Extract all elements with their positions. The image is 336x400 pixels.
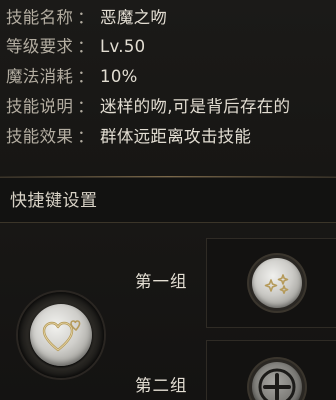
plus-icon [258, 368, 296, 400]
sparkle-stars-icon [264, 274, 289, 294]
mana-cost-colon: ： [77, 67, 95, 86]
skill-effect-row: 技能效果： 群体远距离攻击技能 [6, 124, 336, 150]
skill-name-colon: ： [77, 8, 95, 27]
skill-info-panel: 技能名称：恶魔之吻 等级要求： Lv.50 魔法消耗： 10% 技能说明：迷样的吻,… [0, 0, 336, 178]
level-requirement-label: 等级要求 [6, 37, 74, 56]
skill-effect-label: 技能效果 [6, 127, 74, 146]
heart-kiss-icon [42, 320, 81, 352]
skill-description-value: 迷样的吻,可是背后存在的 [100, 97, 291, 116]
skill-effect-value: 群体远距离攻击技能 [100, 127, 252, 146]
skill-detail-screen: 技能名称：恶魔之吻 等级要求： Lv.50 魔法消耗： 10% 技能说明：迷样的吻,… [0, 0, 336, 400]
mana-cost-value: 10% [100, 67, 138, 86]
skill-icon-button[interactable] [30, 304, 92, 366]
group-one-label: 第一组 [135, 272, 188, 291]
group-two-label: 第二组 [135, 376, 188, 395]
skill-name-value: 恶魔之吻 [100, 8, 168, 27]
mana-cost-label: 魔法消耗 [6, 67, 74, 86]
group-one-slot-button[interactable] [252, 258, 302, 308]
group-two-slot-button[interactable] [252, 362, 302, 400]
hotkey-settings-title: 快捷键设置 [10, 191, 98, 211]
level-requirement-value: Lv.50 [100, 37, 146, 56]
skill-description-colon: ： [77, 97, 95, 116]
skill-effect-colon: ： [77, 127, 95, 146]
level-requirement-colon: ： [77, 37, 95, 56]
mana-cost-row: 魔法消耗： 10% [6, 64, 336, 90]
level-requirement-row: 等级要求： Lv.50 [6, 34, 336, 60]
skill-description-label: 技能说明 [6, 97, 74, 116]
skill-description-row: 技能说明： 迷样的吻,可是背后存在的 [6, 94, 336, 120]
skill-name-row: 技能名称： 恶魔之吻 [6, 5, 336, 31]
skill-name-label: 技能名称 [6, 8, 74, 27]
